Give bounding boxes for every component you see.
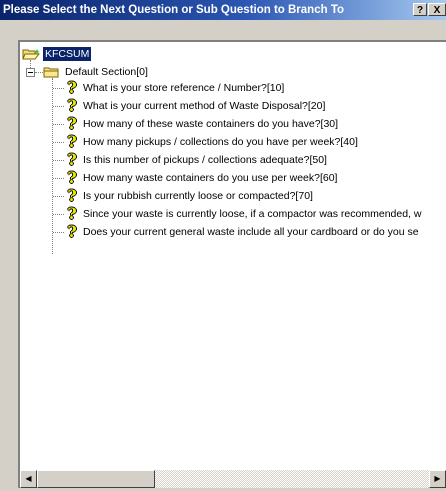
question-label[interactable]: How many pickups / collections do you ha…	[83, 134, 358, 150]
tree-connector	[53, 178, 64, 179]
question-label[interactable]: What is your store reference / Number?[1…	[83, 80, 284, 96]
question-label[interactable]: How many waste containers do you use per…	[83, 170, 337, 186]
question-tree[interactable]: KFCSUM Default Section[0] ? What is your…	[18, 40, 446, 470]
scroll-right-button[interactable]: ▶	[429, 470, 446, 488]
question-mark-icon: ?	[67, 78, 77, 97]
tree-connector	[53, 196, 64, 197]
tree-root-label[interactable]: KFCSUM	[43, 47, 92, 61]
tree-connector	[53, 106, 64, 107]
question-mark-icon: ?	[67, 132, 77, 151]
question-mark-icon: ?	[67, 186, 77, 205]
window-title: Please Select the Next Question or Sub Q…	[3, 4, 345, 16]
question-label[interactable]: What is your current method of Waste Dis…	[83, 98, 325, 114]
tree-connector	[53, 214, 64, 215]
tree-section-label[interactable]: Default Section[0]	[65, 64, 148, 80]
tree-connector	[53, 124, 64, 125]
question-label[interactable]: Since your waste is currently loose, if …	[83, 206, 421, 222]
tree-connector	[53, 232, 64, 233]
question-mark-icon: ?	[67, 168, 77, 187]
title-bar: Please Select the Next Question or Sub Q…	[0, 0, 446, 20]
folder-icon	[43, 66, 60, 78]
question-mark-icon: ?	[67, 204, 77, 223]
question-label[interactable]: Is this number of pickups / collections …	[83, 152, 327, 168]
tree-connector	[53, 88, 64, 89]
tree-connector	[35, 72, 43, 73]
question-mark-icon: ?	[67, 150, 77, 169]
question-label[interactable]: How many of these waste containers do yo…	[83, 116, 338, 132]
tree-connector	[52, 78, 53, 254]
open-folder-icon	[22, 48, 41, 60]
tree-connector	[53, 142, 64, 143]
question-mark-icon: ?	[67, 114, 77, 133]
scroll-thumb[interactable]	[37, 470, 155, 488]
close-button[interactable]: X	[428, 3, 446, 16]
question-label[interactable]: Is your rubbish currently loose or compa…	[83, 188, 313, 204]
question-label[interactable]: Does your current general waste include …	[83, 224, 419, 240]
question-mark-icon: ?	[67, 222, 77, 241]
question-mark-icon: ?	[67, 96, 77, 115]
help-button[interactable]: ?	[413, 3, 427, 16]
horizontal-scrollbar[interactable]: ◀ ▶	[18, 470, 446, 488]
tree-connector	[53, 160, 64, 161]
collapse-toggle[interactable]	[26, 68, 35, 77]
scroll-left-button[interactable]: ◀	[20, 470, 37, 488]
